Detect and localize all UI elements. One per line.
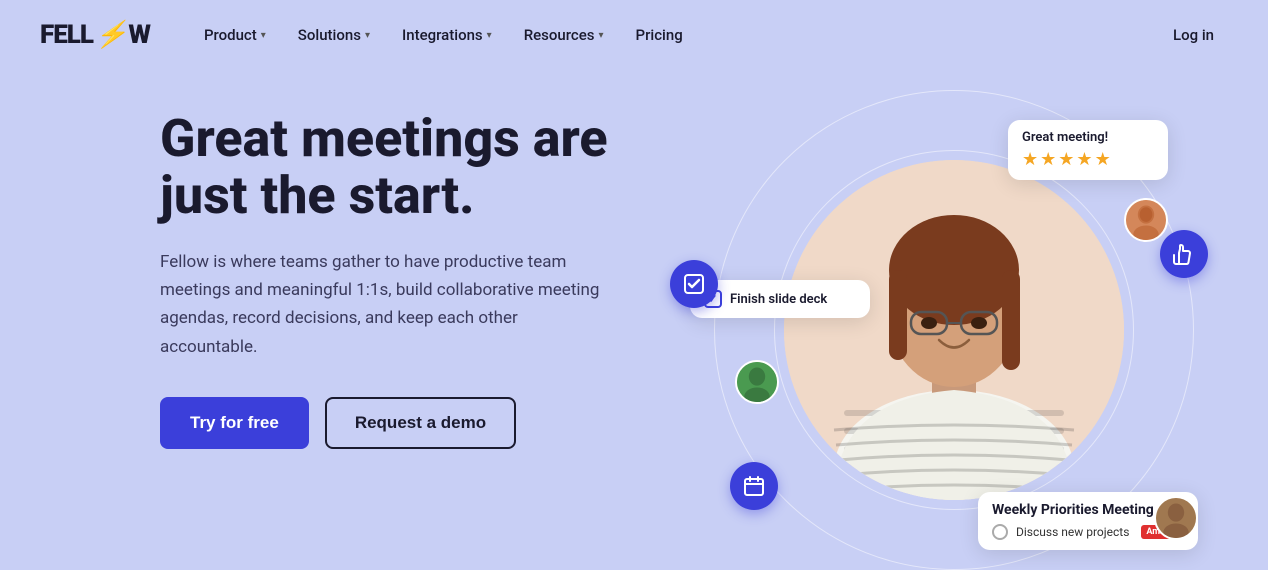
chevron-down-icon: ▾ xyxy=(261,30,266,41)
star-rating: ★ ★ ★ ★ ★ xyxy=(1022,149,1154,170)
nav-pricing[interactable]: Pricing xyxy=(622,18,697,52)
nav-product[interactable]: Product ▾ xyxy=(190,18,280,52)
nav-links: Product ▾ Solutions ▾ Integrations ▾ Res… xyxy=(190,18,1159,52)
check-icon-button[interactable] xyxy=(670,260,718,308)
nav-solutions-label: Solutions xyxy=(298,26,361,44)
hero-buttons: Try for free Request a demo xyxy=(160,397,680,449)
try-for-free-button[interactable]: Try for free xyxy=(160,397,309,449)
task-label: Finish slide deck xyxy=(730,292,827,307)
meeting-item-circle xyxy=(992,524,1008,540)
chevron-down-icon: ▾ xyxy=(598,30,603,41)
logo-text-before: FELL xyxy=(40,20,93,50)
hero-description: Fellow is where teams gather to have pro… xyxy=(160,248,600,360)
navigation: FELL⚡W Product ▾ Solutions ▾ Integration… xyxy=(0,0,1268,70)
hero-person-circle xyxy=(784,160,1124,500)
nav-resources-label: Resources xyxy=(524,26,595,44)
login-link[interactable]: Log in xyxy=(1159,18,1228,52)
logo-slash: ⚡ xyxy=(95,20,126,50)
nav-integrations-label: Integrations xyxy=(402,26,483,44)
hero-left: Great meetings are just the start. Fello… xyxy=(160,90,680,570)
nav-product-label: Product xyxy=(204,26,257,44)
chevron-down-icon: ▾ xyxy=(365,30,370,41)
nav-integrations[interactable]: Integrations ▾ xyxy=(388,18,506,52)
star-4: ★ xyxy=(1076,149,1092,170)
avatar-mid-left xyxy=(735,360,779,404)
hero-person-svg xyxy=(784,160,1124,500)
star-5: ★ xyxy=(1095,149,1111,170)
hero-section: Great meetings are just the start. Fello… xyxy=(0,70,1268,570)
star-3: ★ xyxy=(1058,149,1074,170)
calendar-icon xyxy=(742,474,766,498)
request-demo-button[interactable]: Request a demo xyxy=(325,397,516,449)
hero-title: Great meetings are just the start. xyxy=(160,110,680,224)
meeting-item-text: Discuss new projects xyxy=(1016,525,1129,539)
great-meeting-title: Great meeting! xyxy=(1022,130,1154,145)
thumbsup-icon-button[interactable] xyxy=(1160,230,1208,278)
star-1: ★ xyxy=(1022,149,1038,170)
nav-resources[interactable]: Resources ▾ xyxy=(510,18,618,52)
logo[interactable]: FELL⚡W xyxy=(40,20,150,50)
star-2: ★ xyxy=(1040,149,1056,170)
hero-illustration: Great meeting! ★ ★ ★ ★ ★ ✓ Finish slide … xyxy=(680,90,1228,570)
checkmark-icon xyxy=(682,272,706,296)
calendar-icon-button[interactable] xyxy=(730,462,778,510)
avatar-bottom-right xyxy=(1154,496,1198,540)
great-meeting-card: Great meeting! ★ ★ ★ ★ ★ xyxy=(1008,120,1168,180)
nav-pricing-label: Pricing xyxy=(636,26,683,44)
logo-text-after: W xyxy=(128,20,150,50)
nav-solutions[interactable]: Solutions ▾ xyxy=(284,18,384,52)
thumbs-up-icon xyxy=(1172,242,1196,266)
avatar-person-svg xyxy=(1126,200,1166,240)
chevron-down-icon: ▾ xyxy=(487,30,492,41)
avatar-top-right xyxy=(1124,198,1168,242)
avatar-person-svg-2 xyxy=(737,362,777,402)
avatar-person-svg-3 xyxy=(1156,498,1196,538)
